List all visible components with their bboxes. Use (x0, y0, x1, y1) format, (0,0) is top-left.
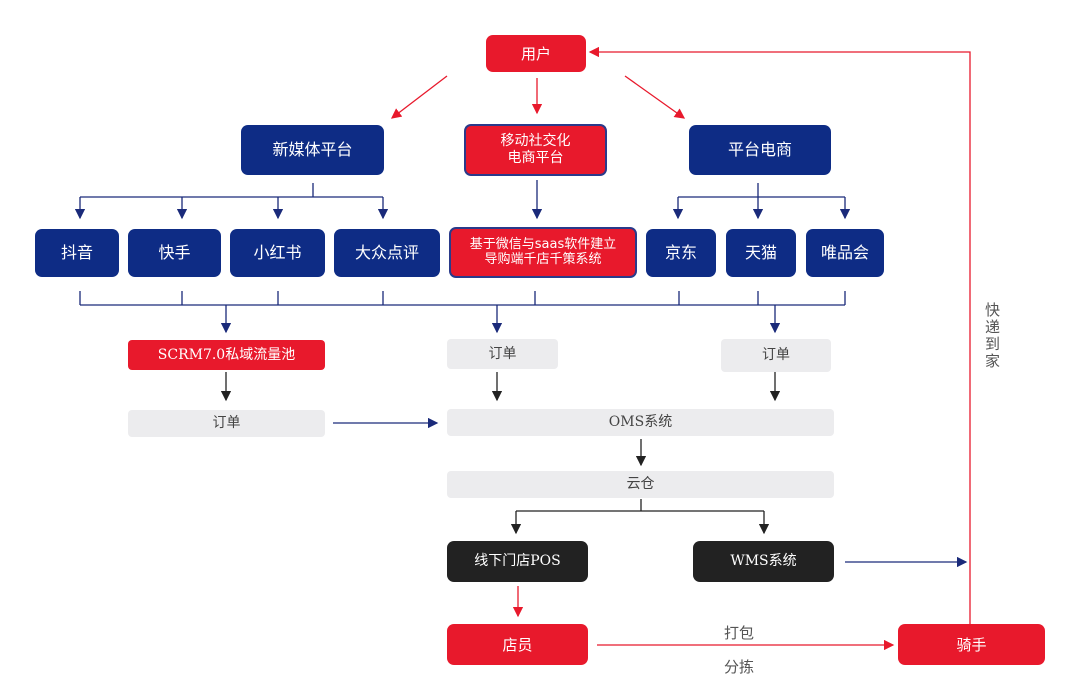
node-cloud-warehouse: 云仓 (447, 471, 834, 498)
label-express-delivery: 快递到家 (983, 302, 1001, 370)
node-order-left-label: 订单 (212, 415, 241, 432)
node-order-right: 订单 (721, 339, 831, 372)
node-clerk-label: 店员 (502, 635, 533, 654)
node-rider: 骑手 (898, 624, 1045, 665)
node-order-mid-label: 订单 (488, 345, 517, 362)
node-user-label: 用户 (520, 44, 551, 63)
node-new-media: 新媒体平台 (241, 125, 384, 175)
node-order-mid: 订单 (447, 339, 558, 369)
node-oms: OMS系统 (447, 409, 834, 436)
node-wms: WMS系统 (693, 541, 834, 582)
node-pos-label: 线下门店POS (474, 553, 561, 570)
node-vip: 唯品会 (806, 229, 884, 277)
node-platform-ecom-label: 平台电商 (727, 140, 792, 160)
node-jd-label: 京东 (664, 243, 697, 263)
label-pack: 打包 (724, 624, 755, 642)
node-jd: 京东 (646, 229, 716, 277)
node-kuaishou-label: 快手 (158, 243, 191, 263)
arrow-user-newmedia (390, 75, 448, 119)
node-pos: 线下门店POS (447, 541, 588, 582)
node-vip-label: 唯品会 (820, 243, 869, 263)
node-scrm: SCRM7.0私域流量池 (128, 340, 325, 370)
node-xiaohongshu-label: 小红书 (253, 243, 302, 263)
node-mobile-social: 移动社交化 电商平台 (464, 124, 607, 176)
label-sort: 分拣 (724, 658, 755, 676)
node-platform-ecom: 平台电商 (689, 125, 831, 175)
node-user: 用户 (486, 35, 586, 72)
arrow-user-platform (624, 75, 686, 119)
node-kuaishou: 快手 (128, 229, 221, 277)
node-tmall: 天猫 (726, 229, 796, 277)
node-dianping: 大众点评 (334, 229, 440, 277)
node-new-media-label: 新媒体平台 (272, 140, 353, 160)
node-douyin-label: 抖音 (60, 243, 93, 263)
node-tmall-label: 天猫 (744, 243, 777, 263)
node-order-right-label: 订单 (762, 347, 790, 364)
node-rider-label: 骑手 (956, 635, 987, 654)
node-douyin: 抖音 (35, 229, 119, 277)
node-scrm-label: SCRM7.0私域流量池 (157, 346, 296, 363)
node-oms-label: OMS系统 (608, 414, 673, 431)
node-cloud-warehouse-label: 云仓 (626, 476, 655, 493)
node-mobile-social-label: 移动社交化 电商平台 (500, 133, 571, 166)
node-wechat-saas-label: 基于微信与saas软件建立 导购端千店千策系统 (469, 236, 617, 267)
node-clerk: 店员 (447, 624, 588, 665)
node-xiaohongshu: 小红书 (230, 229, 325, 277)
node-wechat-saas: 基于微信与saas软件建立 导购端千店千策系统 (449, 227, 637, 278)
node-order-left: 订单 (128, 410, 325, 437)
node-dianping-label: 大众点评 (354, 243, 419, 263)
node-wms-label: WMS系统 (730, 553, 797, 570)
